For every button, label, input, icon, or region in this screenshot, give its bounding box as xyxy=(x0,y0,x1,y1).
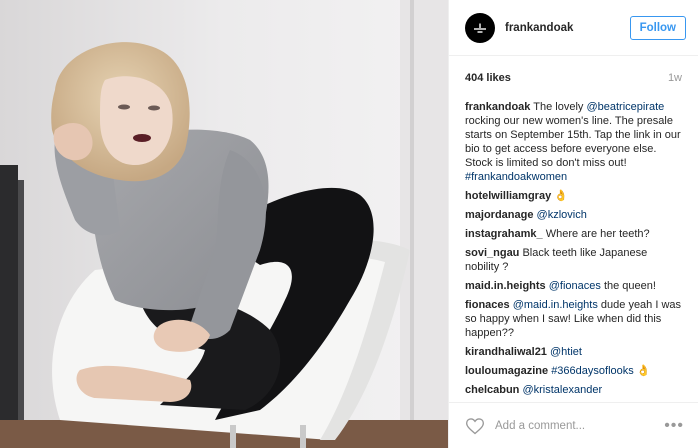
comment-username[interactable]: chelcabun xyxy=(465,384,519,396)
comment-mention[interactable]: @maid.in.heights xyxy=(513,299,598,311)
post-header: frankandoak Follow xyxy=(449,0,698,56)
likes-count[interactable]: 404 likes xyxy=(465,72,511,84)
comment-item: chelcabun @kristalexander xyxy=(465,383,682,397)
frank-and-oak-logo-icon[interactable] xyxy=(465,12,495,43)
post-meta: 404 likes 1w xyxy=(449,56,698,96)
post-photo-image xyxy=(0,0,448,448)
comment-text: Where are her teeth? xyxy=(545,228,650,240)
comment-emoji: 👌 xyxy=(636,364,651,377)
comment-mention[interactable]: @kzlovich xyxy=(537,209,587,221)
avatar-logo-glyph xyxy=(474,23,486,33)
instagram-post: frankandoak Follow 404 likes 1w frankand… xyxy=(0,0,698,448)
comment-item: sovi_ngau Black teeth like Japanese nobi… xyxy=(465,246,682,274)
caption-hashtag[interactable]: #frankandoakwomen xyxy=(465,171,567,183)
comment-username[interactable]: sovi_ngau xyxy=(465,247,519,259)
comments-list: frankandoak The lovely @beatricepirate r… xyxy=(449,96,698,402)
comment-username[interactable]: maid.in.heights xyxy=(465,280,546,292)
comment-username[interactable]: majordanage xyxy=(465,209,533,221)
follow-button[interactable]: Follow xyxy=(629,15,686,40)
comment-mention[interactable]: @kristalexander xyxy=(522,384,602,396)
comment-username[interactable]: louloumagazine xyxy=(465,365,548,377)
comment-item: fionaces @maid.in.heights dude yeah I wa… xyxy=(465,298,682,340)
more-options-icon[interactable]: ••• xyxy=(664,417,684,434)
post-sidebar: frankandoak Follow 404 likes 1w frankand… xyxy=(448,0,698,448)
comment-item: hotelwilliamgray 👌 xyxy=(465,189,682,203)
comment-item: majordanage @kzlovich xyxy=(465,208,682,222)
comment-username[interactable]: hotelwilliamgray xyxy=(465,190,551,202)
comment-username[interactable]: fionaces xyxy=(465,299,510,311)
comment-text: the queen! xyxy=(600,280,656,292)
comment-input[interactable] xyxy=(495,419,665,432)
comment-hashtag[interactable]: #366daysoflooks xyxy=(551,365,634,377)
comment-emoji: 👌 xyxy=(554,189,568,202)
comment-item: louloumagazine #366daysoflooks 👌 xyxy=(465,364,682,378)
comment-username[interactable]: instagrahamk_ xyxy=(465,228,543,240)
comment-item: maid.in.heights @fionaces the queen! xyxy=(465,279,682,293)
caption-mention[interactable]: @beatricepirate xyxy=(586,101,664,113)
heart-icon[interactable] xyxy=(465,416,485,436)
comment-mention[interactable]: @htiet xyxy=(550,346,582,358)
post-photo[interactable] xyxy=(0,0,448,448)
comment-item: kirandhaliwal21 @htiet xyxy=(465,345,682,359)
comment-username[interactable]: kirandhaliwal21 xyxy=(465,346,547,358)
comment-mention[interactable]: @fionaces xyxy=(549,280,601,292)
caption-text-1: The lovely xyxy=(533,101,587,113)
post-timestamp[interactable]: 1w xyxy=(668,72,682,84)
post-username[interactable]: frankandoak xyxy=(505,22,630,34)
comment-item: instagrahamk_ Where are her teeth? xyxy=(465,227,682,241)
caption-text-2: rocking our new women's line. The presal… xyxy=(465,115,681,169)
caption-username[interactable]: frankandoak xyxy=(465,101,530,113)
caption: frankandoak The lovely @beatricepirate r… xyxy=(465,100,682,184)
add-comment-bar: ••• xyxy=(449,402,698,448)
